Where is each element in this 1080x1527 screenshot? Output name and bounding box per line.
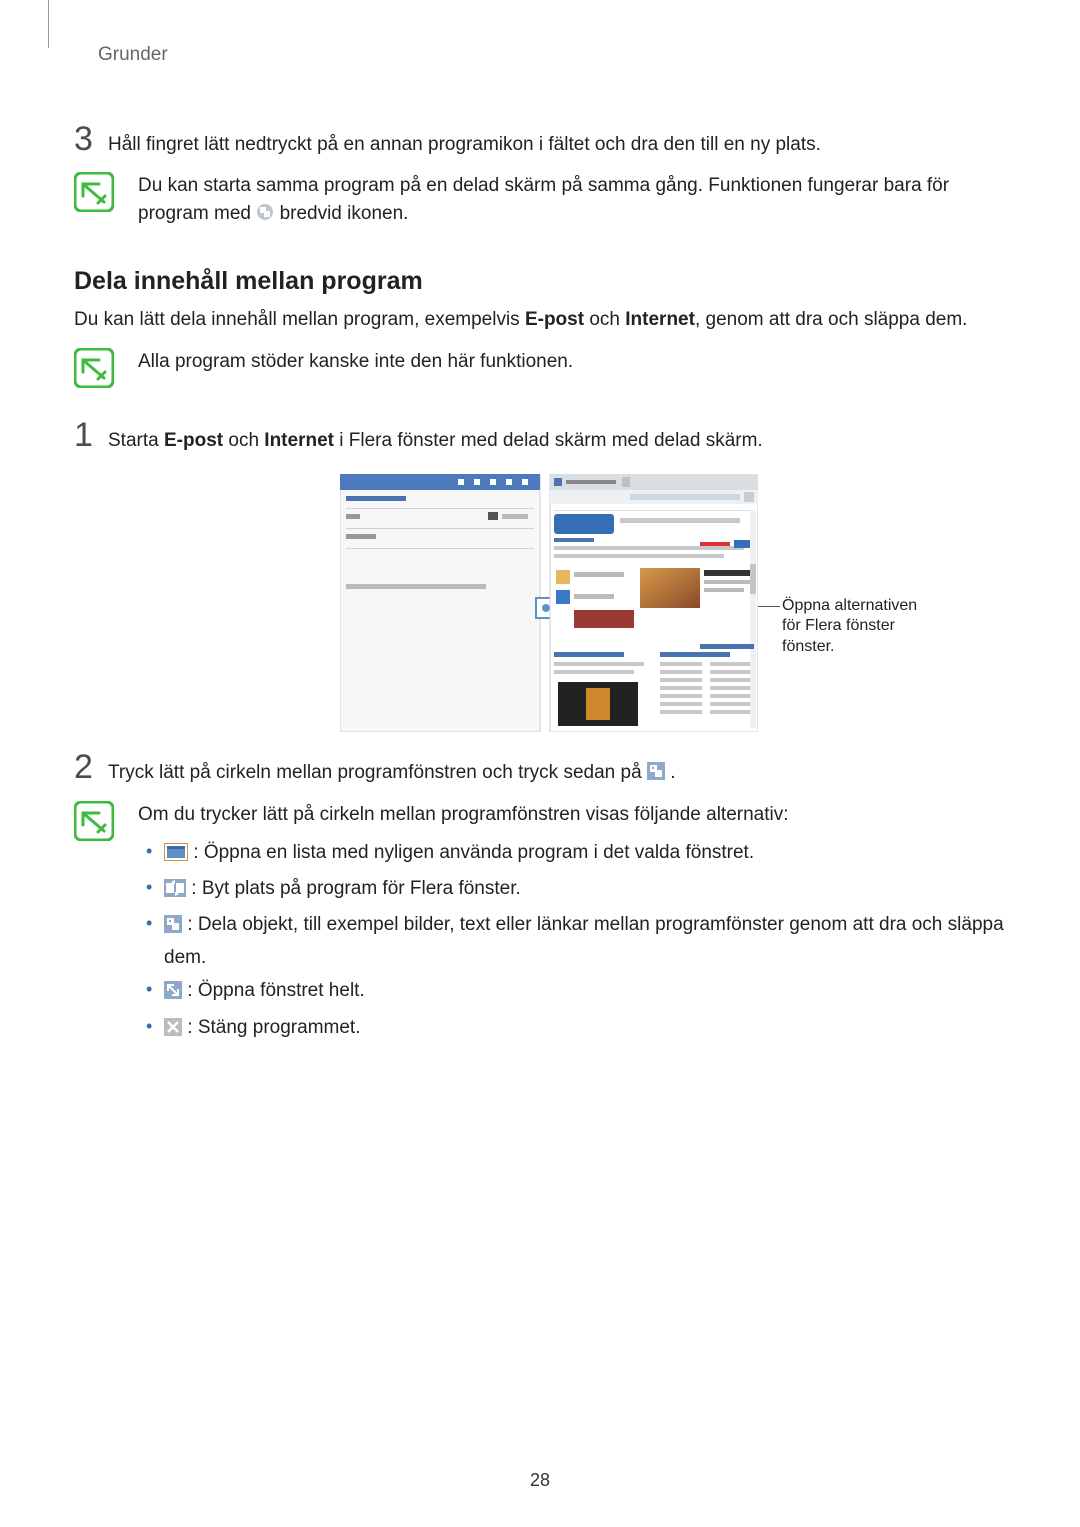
item-text: : Öppna fönstret helt.	[182, 980, 365, 1001]
section-title: Dela innehåll mellan program	[74, 267, 1006, 296]
intro-paragraph: Du kan lätt dela innehåll mellan program…	[74, 306, 1006, 335]
screenshot-image	[340, 474, 758, 732]
step1-a: Starta	[108, 430, 164, 451]
note-box: Du kan starta samma program på en delad …	[74, 172, 1006, 231]
swap-windows-icon	[164, 877, 186, 906]
step2-b: .	[670, 762, 675, 783]
step1-mid: och	[223, 430, 264, 451]
callout-line	[758, 606, 780, 607]
list-item: : Dela objekt, till exempel bilder, text…	[138, 910, 1006, 972]
step-number: 2	[74, 750, 108, 784]
list-item: : Öppna fönstret helt.	[138, 976, 1006, 1008]
page: Grunder 3 Håll fingret lätt nedtryckt på…	[0, 0, 1080, 1527]
note-icon	[74, 348, 114, 388]
step-text: Håll fingret lätt nedtryckt på en annan …	[108, 131, 821, 160]
note3-lead: Om du trycker lätt på cirkeln mellan pro…	[138, 801, 1006, 830]
note-text: Du kan starta samma program på en delad …	[138, 172, 1006, 231]
drag-share-icon	[647, 761, 665, 790]
step-number: 3	[74, 122, 108, 156]
step1-bold-a: E-post	[164, 430, 223, 451]
note-icon	[74, 801, 114, 841]
intro-bold-a: E-post	[525, 309, 584, 330]
step1-bold-b: Internet	[264, 430, 334, 451]
item-text: : Byt plats på program för Flera fönster…	[186, 878, 521, 899]
list-item: : Byt plats på program för Flera fönster…	[138, 874, 1006, 906]
intro-bold-b: Internet	[625, 309, 695, 330]
intro-a: Du kan lätt dela innehåll mellan program…	[74, 309, 525, 330]
step-3: 3 Håll fingret lätt nedtryckt på en anna…	[74, 122, 1006, 160]
multiwindow-badge-icon	[256, 202, 274, 231]
step2-a: Tryck lätt på cirkeln mellan programföns…	[108, 762, 647, 783]
step-2: 2 Tryck lätt på cirkeln mellan programfö…	[74, 750, 1006, 790]
item-text: : Stäng programmet.	[182, 1017, 360, 1038]
intro-b: , genom att dra och släppa dem.	[695, 309, 968, 330]
note-box: Om du trycker lätt på cirkeln mellan pro…	[74, 801, 1006, 1049]
drag-share-icon	[164, 913, 182, 942]
step-1: 1 Starta E-post och Internet i Flera fön…	[74, 418, 1006, 456]
page-number: 28	[0, 1470, 1080, 1491]
item-text: : Dela objekt, till exempel bilder, text…	[164, 914, 1004, 967]
intro-mid: och	[584, 309, 625, 330]
note1-b: bredvid ikonen.	[280, 203, 409, 224]
list-item: : Stäng programmet.	[138, 1013, 1006, 1045]
step1-b: i Flera fönster med delad skärm med dela…	[334, 430, 763, 451]
options-list: : Öppna en lista med nyligen använda pro…	[138, 838, 1006, 1046]
running-head: Grunder	[98, 44, 1006, 66]
note-text: Alla program stöder kanske inte den här …	[138, 348, 573, 388]
recent-apps-icon	[164, 841, 188, 870]
note-icon	[74, 172, 114, 212]
note-box: Alla program stöder kanske inte den här …	[74, 348, 1006, 388]
item-text: : Öppna en lista med nyligen använda pro…	[188, 842, 754, 863]
top-rule	[48, 0, 49, 48]
list-item: : Öppna en lista med nyligen använda pro…	[138, 838, 1006, 870]
note-text: Om du trycker lätt på cirkeln mellan pro…	[138, 801, 1006, 1049]
close-icon	[164, 1016, 182, 1045]
maximize-icon	[164, 979, 182, 1008]
step-text: Starta E-post och Internet i Flera fönst…	[108, 427, 763, 456]
step-number: 1	[74, 418, 108, 452]
step-text: Tryck lätt på cirkeln mellan programföns…	[108, 759, 675, 790]
callout-text: Öppna alternativen för Flera fönster fön…	[782, 596, 932, 658]
figure: Öppna alternativen för Flera fönster fön…	[150, 474, 930, 732]
